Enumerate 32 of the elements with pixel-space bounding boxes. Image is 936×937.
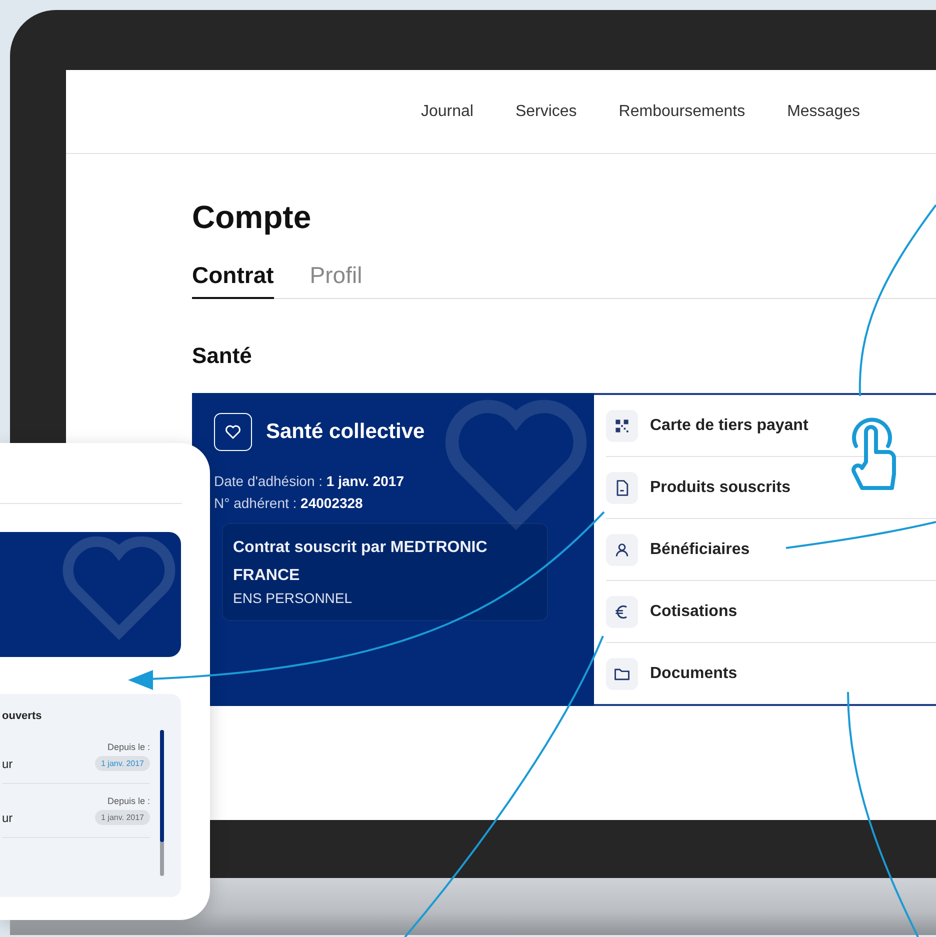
folder-icon <box>606 658 638 690</box>
page-title: Compte <box>192 198 312 236</box>
contract-detail: Date d'adhésion : 1 janv. 2017 <box>214 473 405 489</box>
contract-detail: N° adhérent : 24002328 <box>214 495 364 511</box>
menu-item[interactable]: Produits souscrits <box>650 478 790 496</box>
section-title: Santé <box>192 343 253 369</box>
person-icon <box>606 534 638 566</box>
date-tag: 1 janv. 2017 <box>95 810 150 825</box>
panel-title: ouverts <box>2 710 43 722</box>
group-text: ENS PERSONNEL <box>233 590 354 606</box>
since-label: Depuis le : <box>107 742 150 752</box>
subscriber-text: Contrat souscrit par MEDTRONIC FRANCE <box>233 538 488 586</box>
menu-item[interactable]: Carte de tiers payant <box>650 416 808 434</box>
document-icon <box>606 472 638 504</box>
tab[interactable]: Contrat <box>192 262 274 299</box>
scrollbar[interactable] <box>160 730 164 876</box>
nav-link[interactable]: Journal <box>420 102 474 120</box>
qr-code-icon <box>606 410 638 442</box>
row-label: ur <box>2 810 13 824</box>
card-title: Santé collective <box>266 420 425 444</box>
menu-item[interactable]: Cotisations <box>650 602 738 620</box>
menu-item[interactable]: Bénéficiaires <box>650 540 750 558</box>
nav-link[interactable]: Services <box>515 102 577 120</box>
tab[interactable]: Profil <box>310 262 362 299</box>
date-tag: 1 janv. 2017 <box>95 756 150 771</box>
nav-link[interactable]: Remboursements <box>618 102 746 120</box>
row-label: ur <box>2 756 13 770</box>
nav-link[interactable]: Messages <box>787 102 860 120</box>
euro-icon <box>606 596 638 628</box>
menu-item[interactable]: Documents <box>650 664 738 682</box>
heart-watermark-icon <box>60 536 178 642</box>
since-label: Depuis le : <box>107 796 150 806</box>
